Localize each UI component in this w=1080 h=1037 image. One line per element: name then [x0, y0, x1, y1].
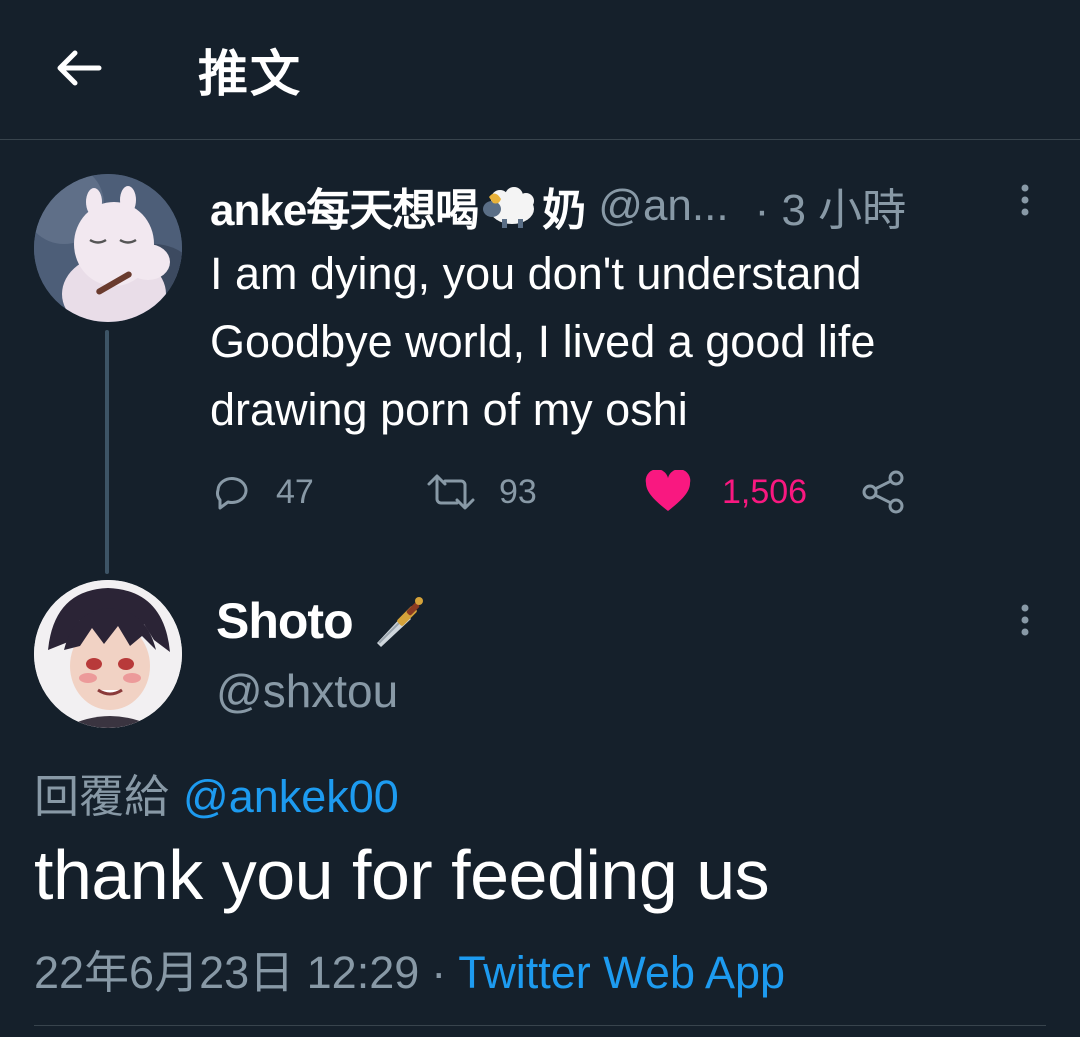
share-icon — [862, 470, 904, 514]
display-name-suffix[interactable]: 奶 — [542, 174, 586, 238]
tweet-timestamp[interactable]: 22年6月23日 12:29 — [34, 947, 419, 998]
tweet-text-line: Goodbye world, I lived a good life — [210, 316, 876, 367]
reply-author-row: Shoto — [216, 588, 429, 654]
thread-connector — [105, 330, 109, 574]
more-vertical-icon — [1021, 184, 1029, 216]
timestamp[interactable]: · 3 小時 — [755, 174, 907, 238]
top-bar: 推文 — [0, 0, 1080, 140]
back-button[interactable] — [48, 38, 108, 98]
handle[interactable]: @an... — [598, 181, 728, 231]
shoto-avatar-art — [34, 580, 182, 728]
display-name[interactable]: anke每天想喝 — [210, 174, 479, 238]
sheep-emoji — [483, 187, 535, 228]
tweet-header: anke每天想喝 奶 @an... · 3 小時 — [210, 178, 906, 235]
reply-icon — [216, 477, 248, 510]
tweet-text-line: drawing porn of my oshi — [210, 384, 688, 435]
retweet-icon — [427, 474, 475, 510]
reply-count: 47 — [276, 472, 314, 511]
share-button[interactable] — [860, 462, 908, 522]
tweet-text: thank you for feeding us — [34, 836, 770, 914]
divider — [34, 1025, 1046, 1026]
avatar[interactable] — [34, 580, 182, 728]
moomin-avatar-art — [34, 174, 182, 322]
meta-separator: · — [431, 947, 447, 998]
like-count: 1,506 — [722, 472, 808, 511]
more-vertical-icon — [1021, 604, 1029, 636]
tweet-meta: 22年6月23日 12:29 · Twitter Web App — [34, 936, 785, 1001]
display-name[interactable]: Shoto — [216, 592, 354, 650]
tweet-text-line: I am dying, you don't understand — [210, 248, 862, 299]
replying-to-label: 回覆給 — [34, 771, 170, 822]
arrow-left-icon — [57, 50, 102, 86]
replying-to: 回覆給 @ankek00 — [34, 760, 399, 825]
retweet-count: 93 — [499, 472, 537, 511]
retweet-button[interactable]: 93 — [425, 462, 537, 522]
page-title: 推文 — [198, 46, 302, 102]
handle[interactable]: @shxtou — [216, 664, 398, 718]
more-options-button[interactable] — [1008, 598, 1042, 648]
like-button[interactable]: 1,506 — [644, 462, 807, 522]
tweet-source-link[interactable]: Twitter Web App — [458, 947, 785, 998]
replying-to-mention[interactable]: @ankek00 — [183, 771, 399, 822]
more-options-button[interactable] — [1008, 178, 1042, 228]
dagger-emoji — [376, 597, 423, 647]
tweet-detail-page: 推文 anke每天想喝 奶 @an... · 3 小時 I am dying, … — [0, 0, 1080, 1037]
tweet-text: I am dying, you don't understand Goodbye… — [210, 240, 1050, 444]
reply-button[interactable]: 47 — [210, 462, 314, 522]
avatar[interactable] — [34, 174, 182, 322]
heart-icon — [645, 470, 691, 511]
tweet-actions: 47 93 1,506 — [210, 462, 930, 522]
